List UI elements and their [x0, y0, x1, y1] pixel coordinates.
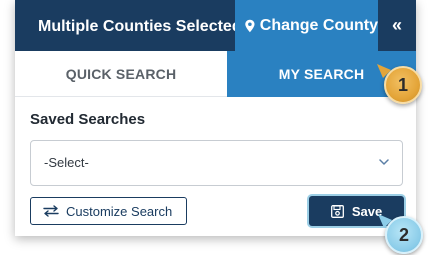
change-county-button[interactable]: Change County [235, 0, 378, 51]
customize-search-label: Customize Search [66, 203, 173, 219]
swap-arrows-icon [43, 205, 59, 217]
panel-header: Multiple Counties Selected Change County… [15, 0, 416, 51]
callout-badge-1: 1 [377, 64, 422, 104]
header-title: Multiple Counties Selected [38, 18, 242, 35]
customize-search-button[interactable]: Customize Search [30, 197, 187, 225]
map-pin-icon [245, 19, 255, 32]
change-county-label: Change County [259, 16, 378, 34]
double-chevron-left-icon: « [391, 15, 402, 35]
floppy-disk-icon [330, 204, 344, 218]
search-tabs: QUICK SEARCH MY SEARCH [15, 51, 416, 97]
callout-number: 1 [397, 74, 408, 95]
chevron-down-icon [379, 159, 389, 165]
select-value: -Select- [44, 155, 89, 170]
saved-searches-label: Saved Searches [30, 111, 146, 128]
collapse-panel-button[interactable]: « [378, 0, 416, 51]
callout-pointer [378, 214, 392, 228]
tab-quick-search[interactable]: QUICK SEARCH [15, 51, 227, 97]
callout-badge-2: 2 [378, 214, 423, 254]
callout-pointer [377, 64, 391, 78]
saved-searches-select[interactable]: -Select- [30, 140, 403, 186]
callout-number: 2 [398, 224, 409, 245]
search-panel: Multiple Counties Selected Change County… [15, 0, 416, 236]
